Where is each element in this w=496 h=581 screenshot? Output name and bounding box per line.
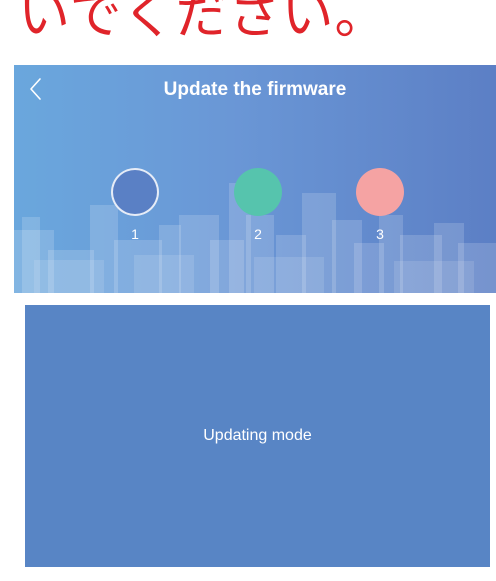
step-3-circle xyxy=(356,168,404,216)
step-2-circle xyxy=(234,168,282,216)
step-2-number: 2 xyxy=(254,226,262,242)
instruction-caption: いでください。 xyxy=(18,0,388,46)
updating-mode-panel: Updating mode xyxy=(25,305,490,567)
firmware-header: Update the firmware 1 2 3 xyxy=(14,65,496,293)
step-1: 1 xyxy=(110,168,160,242)
step-2: 2 xyxy=(233,168,283,242)
step-1-circle xyxy=(111,168,159,216)
updating-mode-label: Updating mode xyxy=(203,427,312,444)
step-3: 3 xyxy=(355,168,405,242)
step-1-number: 1 xyxy=(131,226,139,242)
page-title: Update the firmware xyxy=(163,79,347,100)
step-3-number: 3 xyxy=(376,226,384,242)
